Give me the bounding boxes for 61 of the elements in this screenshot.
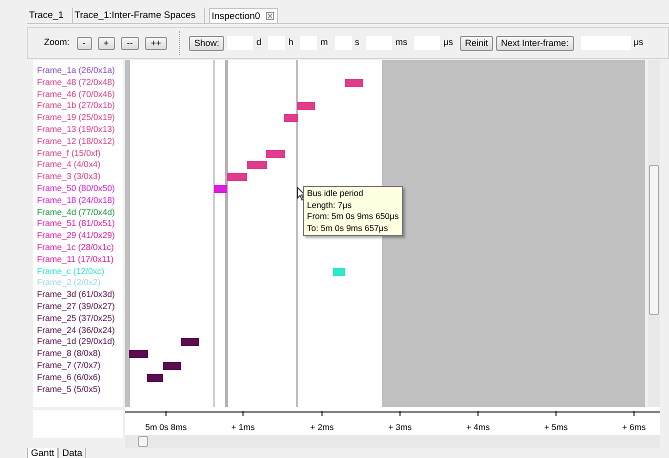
- reinit-button[interactable]: Reinit: [460, 36, 494, 50]
- editor-tab[interactable]: Inspection0: [208, 8, 278, 23]
- frame-label[interactable]: Frame_1c (28/0x1c): [33, 242, 114, 254]
- frame-label[interactable]: Frame_1a (26/0x1a): [33, 65, 115, 77]
- frame-label[interactable]: Frame_13 (19/0x13): [33, 124, 115, 136]
- view-tab[interactable]: Gantt: [27, 448, 58, 458]
- frame-label[interactable]: Frame_12 (18/0x12): [33, 136, 115, 148]
- unit-label: h: [288, 36, 294, 50]
- tick-label: + 5ms: [544, 421, 568, 434]
- zoom-button[interactable]: +: [98, 36, 115, 50]
- zoom-label: Zoom:: [44, 36, 70, 50]
- frame-label[interactable]: Frame_29 (41/0x29): [33, 230, 115, 242]
- frame-label[interactable]: Frame_3d (61/0x3d): [33, 289, 115, 301]
- close-icon[interactable]: [266, 12, 274, 20]
- view-tab[interactable]: Data: [58, 448, 86, 458]
- horizontal-scrollbar[interactable]: [125, 435, 660, 448]
- frame-label[interactable]: Frame_7 (7/0x7): [33, 360, 101, 372]
- unit-label: d: [256, 36, 262, 50]
- tick-label: + 1ms: [231, 421, 255, 434]
- frame-label[interactable]: Frame_8 (8/0x8): [33, 348, 101, 360]
- unit-label: μs: [443, 36, 454, 50]
- frame-label[interactable]: Frame_25 (37/0x25): [33, 312, 115, 325]
- vertical-scrollbar[interactable]: [648, 60, 660, 407]
- editor-tab[interactable]: Trace_1:Inter-Frame Spaces: [72, 8, 205, 23]
- frame-label[interactable]: Frame_1b (27/0x1b): [33, 100, 115, 112]
- unit-label: s: [354, 36, 360, 50]
- editor-tab[interactable]: Trace_1: [27, 8, 72, 23]
- unit-label: m: [320, 36, 328, 50]
- tick-label: 5m 0s 8ms: [145, 421, 187, 434]
- zoom-button[interactable]: ++: [144, 36, 168, 50]
- tick-label: + 3ms: [388, 421, 412, 434]
- show-button[interactable]: Show:: [189, 36, 224, 50]
- frame-label[interactable]: Frame_11 (17/0x11): [33, 254, 114, 266]
- frame-label[interactable]: Frame_19 (25/0x19): [33, 112, 115, 124]
- frame-label[interactable]: Frame_50 (80/0x50): [33, 182, 115, 195]
- frame-label[interactable]: Frame_6 (6/0x6): [33, 372, 101, 384]
- frame-label[interactable]: Frame_1d (29/0x1d): [33, 336, 115, 348]
- tick-label: + 6ms: [622, 421, 646, 434]
- zoom-button[interactable]: --: [120, 36, 139, 50]
- tooltip-line: Bus idle period: [307, 188, 364, 200]
- tooltip-line: To: 5m 0s 9ms 657μs: [307, 222, 389, 234]
- frame-label[interactable]: Frame_5 (5/0x5): [33, 384, 101, 396]
- tick-label: + 4ms: [466, 421, 490, 434]
- zoom-button[interactable]: -: [76, 36, 92, 50]
- frame-label[interactable]: Frame_4d (77/0x4d): [33, 206, 115, 218]
- cursor-icon: [297, 187, 306, 201]
- tooltip-line: Length: 7μs: [307, 200, 353, 211]
- tick-label: + 2ms: [310, 421, 334, 434]
- frame-label[interactable]: Frame_18 (24/0x18): [33, 194, 115, 207]
- frame-label[interactable]: Frame_24 (36/0x24): [33, 324, 115, 336]
- frame-label[interactable]: Frame_48 (72/0x48): [33, 76, 115, 89]
- tooltip-line: From: 5m 0s 9ms 650μs: [307, 211, 399, 222]
- frame-label[interactable]: Frame_f (15/0xf): [33, 148, 101, 160]
- unit-label: ms: [395, 36, 408, 50]
- frame-label[interactable]: Frame_46 (70/0x46): [33, 88, 115, 100]
- next-inter-frame-button[interactable]: Next Inter-frame:: [496, 36, 574, 50]
- frame-label[interactable]: Frame_27 (39/0x27): [33, 300, 115, 313]
- frame-label[interactable]: Frame_51 (81/0x51): [33, 218, 115, 230]
- frame-label[interactable]: Frame_4 (4/0x4): [33, 159, 101, 172]
- unit-label: μs: [634, 36, 644, 50]
- frame-label[interactable]: Frame_3 (3/0x3): [33, 171, 101, 183]
